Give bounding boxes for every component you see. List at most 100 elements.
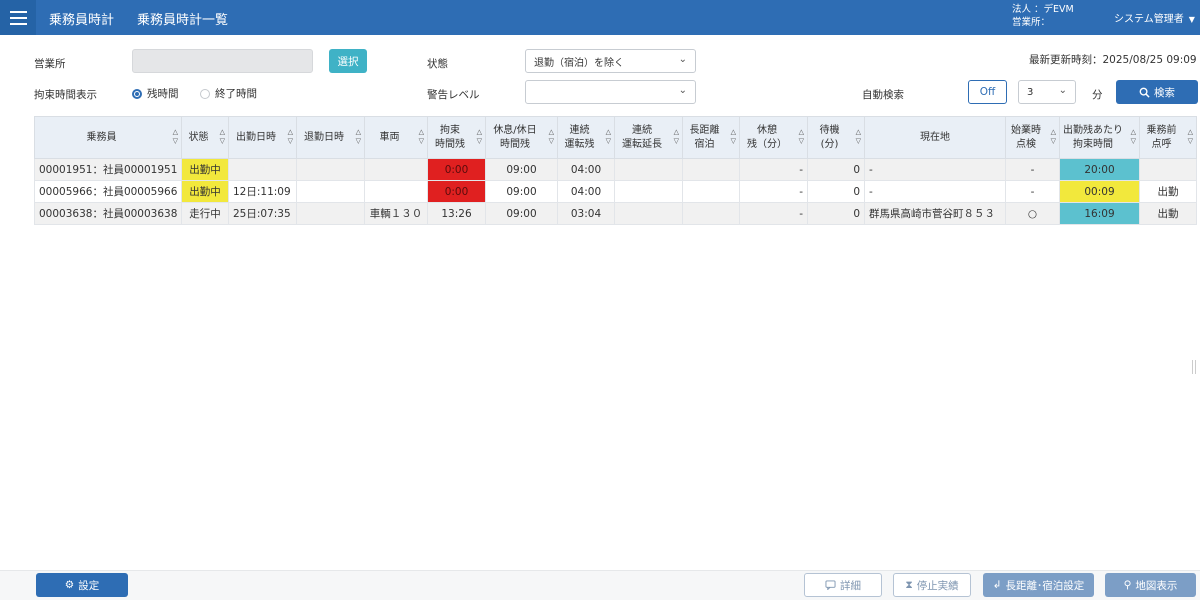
table-row[interactable]: 00003638：社員00003638 走行中 25日:07:35 車輌１３０ … bbox=[34, 202, 1197, 225]
radio-end[interactable]: 終了時間 bbox=[200, 86, 257, 101]
auto-search-toggle[interactable]: Off bbox=[968, 80, 1007, 104]
col-header-label: 休憩 bbox=[757, 124, 777, 136]
top-bar: 乗務員時計 乗務員時計一覧 法人 ：デEVM 営業所： システム管理者 ▼ bbox=[0, 0, 1200, 35]
page-title: 乗務員時計一覧 bbox=[137, 13, 229, 28]
sort-icon[interactable]: △ ▽ bbox=[356, 128, 361, 146]
sort-icon[interactable]: △ ▽ bbox=[674, 128, 679, 146]
sort-icon[interactable]: △ ▽ bbox=[1188, 128, 1193, 146]
cell-break-remaining: - bbox=[739, 158, 808, 181]
sort-icon[interactable]: △ ▽ bbox=[799, 128, 804, 146]
col-header[interactable]: 退勤日時 △ ▽ bbox=[296, 116, 365, 159]
app-title: 乗務員時計 bbox=[49, 13, 115, 28]
interval-select[interactable]: 3 ⌄ bbox=[1018, 80, 1076, 104]
resize-grip[interactable] bbox=[1192, 360, 1196, 374]
cell-inspection: - bbox=[1005, 180, 1060, 203]
details-label: 詳細 bbox=[840, 579, 861, 592]
col-header[interactable]: 休憩 残（分） △ ▽ bbox=[739, 116, 808, 159]
sort-icon[interactable]: △ ▽ bbox=[477, 128, 482, 146]
col-header[interactable]: 長距離 宿泊 △ ▽ bbox=[682, 116, 740, 159]
sort-icon[interactable]: △ ▽ bbox=[173, 128, 178, 146]
sort-icon[interactable]: △ ▽ bbox=[856, 128, 861, 146]
details-button[interactable]: 詳細 bbox=[804, 573, 882, 597]
cell-rest-remaining: 09:00 bbox=[485, 158, 558, 181]
col-header-label: 休息/休日 bbox=[493, 124, 537, 136]
col-header-sub: 拘束時間 bbox=[1073, 138, 1113, 150]
sort-icon[interactable]: △ ▽ bbox=[731, 128, 736, 146]
cell-long-distance bbox=[682, 202, 740, 225]
map-button[interactable]: ⚲ 地図表示 bbox=[1105, 573, 1196, 597]
col-header[interactable]: 車両 △ ▽ bbox=[364, 116, 428, 159]
cell-start-time: 12日:11:09 bbox=[228, 180, 297, 203]
cell-crew: 00001951：社員00001951 bbox=[34, 158, 182, 181]
cell-crew: 00005966：社員00005966 bbox=[34, 180, 182, 203]
interval-value: 3 bbox=[1027, 86, 1034, 98]
cell-break-remaining: - bbox=[739, 202, 808, 225]
office-input[interactable] bbox=[132, 49, 313, 73]
sort-icon[interactable]: △ ▽ bbox=[220, 128, 225, 146]
restraint-label: 拘束時間表示 bbox=[34, 89, 97, 101]
stop-record-button[interactable]: ⧗ 停止実績 bbox=[893, 573, 971, 597]
col-header[interactable]: 連続 運転残 △ ▽ bbox=[557, 116, 615, 159]
caret-down-icon: ▼ bbox=[1188, 15, 1195, 24]
table-row[interactable]: 00001951：社員00001951 出勤中 0:00 09:00 04:00… bbox=[34, 158, 1197, 181]
cell-restraint-time: 16:09 bbox=[1059, 202, 1140, 225]
cell-break-remaining: - bbox=[739, 180, 808, 203]
table-row[interactable]: 00005966：社員00005966 出勤中 12日:11:09 0:00 0… bbox=[34, 180, 1197, 203]
auto-search-label: 自動検索 bbox=[862, 89, 904, 101]
cell-status: 出勤中 bbox=[181, 158, 229, 181]
col-header[interactable]: 拘束 時間残 △ ▽ bbox=[427, 116, 486, 159]
col-header-sub: 宿泊 bbox=[694, 138, 715, 150]
col-header[interactable]: 出勤残あたり 拘束時間 △ ▽ bbox=[1059, 116, 1140, 159]
table-header-row: 乗務員 △ ▽ 状態 △ ▽ 出勤日時 △ ▽ 退勤日時 △ ▽ 車両 △ ▽ 拘束 時間残 △ ▽ 休息… bbox=[34, 116, 1197, 159]
sort-icon[interactable]: △ ▽ bbox=[1131, 128, 1136, 146]
map-label: 地図表示 bbox=[1135, 579, 1178, 592]
col-header-sub: 運転延長 bbox=[622, 138, 662, 150]
col-header-label: 乗務前 bbox=[1146, 124, 1177, 136]
cell-roll-call: 出動 bbox=[1139, 202, 1197, 225]
col-header-sub: 点呼 bbox=[1151, 138, 1172, 150]
settings-button[interactable]: ⚙ 設定 bbox=[36, 573, 128, 597]
select-button[interactable]: 選択 bbox=[329, 49, 367, 73]
menu-icon[interactable] bbox=[0, 0, 36, 35]
col-header: 現在地 bbox=[864, 116, 1006, 159]
radio-remaining[interactable]: 残時間 bbox=[132, 86, 179, 101]
user-menu[interactable]: システム管理者 ▼ bbox=[1114, 10, 1195, 25]
cell-crew: 00003638：社員00003638 bbox=[34, 202, 182, 225]
status-select[interactable]: 退勤（宿泊）を除く ⌄ bbox=[525, 49, 696, 73]
cell-drive-extension bbox=[614, 180, 683, 203]
cell-status: 出勤中 bbox=[181, 180, 229, 203]
sort-icon[interactable]: △ ▽ bbox=[419, 128, 424, 146]
col-header-label: 始業時 bbox=[1011, 124, 1041, 136]
col-header[interactable]: 休息/休日 時間残 △ ▽ bbox=[485, 116, 558, 159]
search-button[interactable]: 検索 bbox=[1116, 80, 1198, 104]
warning-select[interactable]: ⌄ bbox=[525, 80, 696, 104]
search-button-label: 検索 bbox=[1154, 86, 1175, 99]
cell-location: - bbox=[864, 180, 1006, 203]
col-header[interactable]: 乗務員 △ ▽ bbox=[34, 116, 182, 159]
cell-long-distance bbox=[682, 158, 740, 181]
col-header[interactable]: 待機 (分) △ ▽ bbox=[807, 116, 865, 159]
cell-roll-call: 出勤 bbox=[1139, 180, 1197, 203]
sort-icon[interactable]: △ ▽ bbox=[1051, 128, 1056, 146]
col-header[interactable]: 出勤日時 △ ▽ bbox=[228, 116, 297, 159]
col-header[interactable]: 状態 △ ▽ bbox=[181, 116, 229, 159]
sort-icon[interactable]: △ ▽ bbox=[606, 128, 611, 146]
map-pin-icon: ⚲ bbox=[1123, 579, 1132, 591]
cell-roll-call bbox=[1139, 158, 1197, 181]
sort-icon[interactable]: △ ▽ bbox=[288, 128, 293, 146]
cell-vehicle bbox=[364, 158, 428, 181]
col-header-sub: (分) bbox=[820, 138, 839, 150]
cell-start-time: 25日:07:35 bbox=[228, 202, 297, 225]
hourglass-icon: ⧗ bbox=[905, 578, 913, 591]
stop-record-label: 停止実績 bbox=[916, 579, 959, 592]
col-header-label: 退勤日時 bbox=[304, 131, 344, 143]
long-distance-button[interactable]: ↲ 長距離･宿泊設定 bbox=[983, 573, 1094, 597]
user-name: システム管理者 bbox=[1114, 14, 1184, 25]
col-header[interactable]: 始業時 点検 △ ▽ bbox=[1005, 116, 1060, 159]
enter-icon: ↲ bbox=[992, 579, 1002, 591]
col-header[interactable]: 連続 運転延長 △ ▽ bbox=[614, 116, 683, 159]
sort-icon[interactable]: △ ▽ bbox=[549, 128, 554, 146]
col-header[interactable]: 乗務前点呼 △ ▽ bbox=[1139, 116, 1197, 159]
col-header-label: 乗務員 bbox=[86, 131, 117, 143]
col-header-label: 現在地 bbox=[920, 131, 950, 143]
